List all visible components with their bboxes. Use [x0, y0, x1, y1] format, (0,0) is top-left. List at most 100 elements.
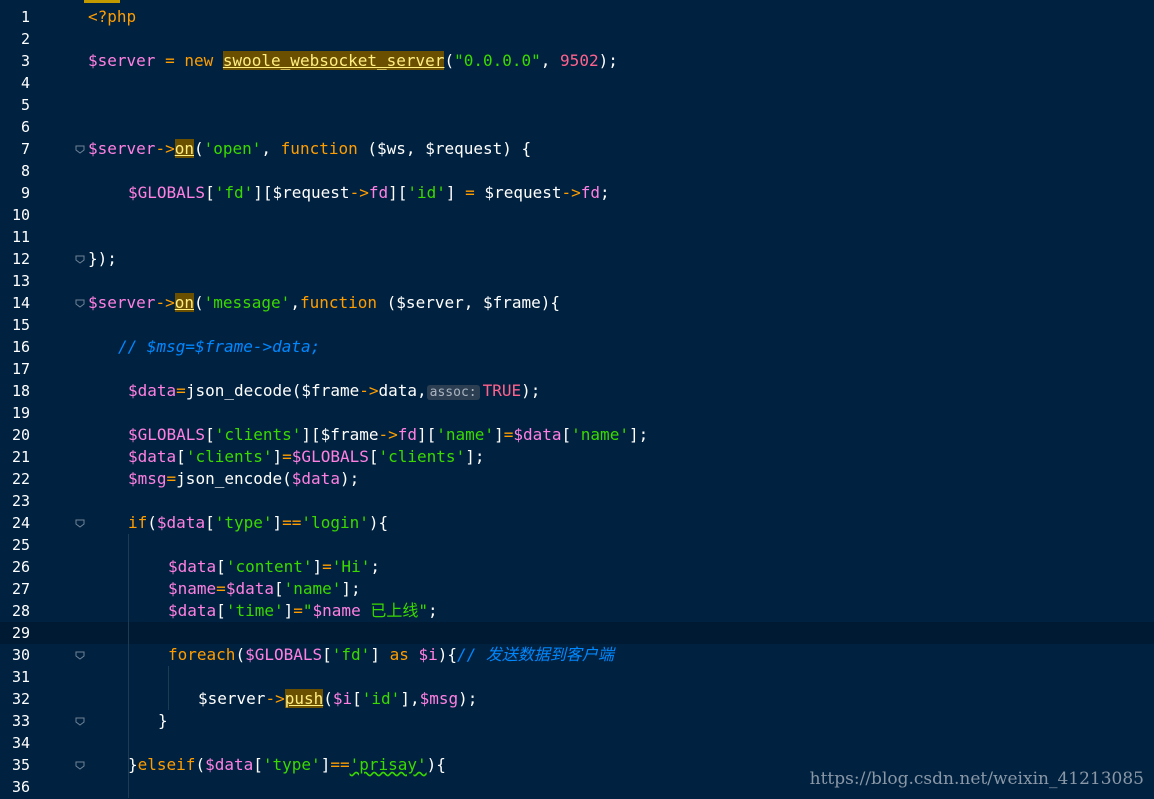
code-token: fd — [397, 425, 417, 444]
code-text[interactable]: $GLOBALS['clients'][$frame->fd]['name']=… — [128, 424, 648, 446]
code-token: [ — [253, 755, 263, 774]
code-line[interactable]: 14 $server->on('message',function ($serve… — [0, 292, 1154, 314]
code-text[interactable]: // $msg=$frame->data; — [118, 336, 320, 358]
code-token: $request — [272, 183, 350, 202]
code-token: $data — [168, 557, 217, 576]
code-token: -> — [349, 183, 369, 202]
code-line[interactable]: 33} — [0, 710, 1154, 732]
code-text[interactable]: $server->on('message',function ($server,… — [88, 292, 560, 314]
fold-marker-icon[interactable] — [75, 298, 85, 308]
code-text[interactable]: $msg=json_encode($data); — [128, 468, 359, 490]
code-line[interactable]: 17 — [0, 358, 1154, 380]
code-line[interactable]: 28 $data['time']="$name 已上线"; — [0, 600, 1154, 622]
line-number: 34 — [11, 734, 30, 752]
code-line[interactable]: 22 $msg=json_encode($data); — [0, 468, 1154, 490]
code-token: push — [284, 689, 324, 708]
code-line[interactable]: 26 $data['content']='Hi'; — [0, 556, 1154, 578]
code-line[interactable]: 5 — [0, 94, 1154, 116]
line-number: 31 — [11, 668, 30, 686]
code-line[interactable]: 21 $data['clients']=$GLOBALS['clients']; — [0, 446, 1154, 468]
code-line[interactable]: 18 $data=json_decode($frame->data, assoc: T… — [0, 380, 1154, 402]
code-token: ][ — [253, 183, 273, 202]
code-token: ] — [320, 755, 331, 774]
code-token: ][ — [301, 425, 321, 444]
code-line[interactable]: 16 // $msg=$frame->data; — [0, 336, 1154, 358]
code-text[interactable]: $name=$data['name']; — [168, 578, 361, 600]
code-token: = — [282, 447, 292, 466]
code-token: = — [503, 425, 514, 444]
code-lines[interactable]: 1 <?php 2 3 $server = new swoole_websocket_s… — [0, 6, 1154, 798]
code-token: == — [282, 513, 302, 532]
code-text[interactable]: }); — [88, 248, 117, 270]
indent-guide — [128, 710, 129, 732]
code-token: 'open' — [203, 139, 262, 158]
code-line[interactable]: 31 — [0, 666, 1154, 688]
fold-marker-icon[interactable] — [75, 254, 85, 264]
code-text[interactable]: <?php — [88, 6, 136, 28]
line-number: 7 — [20, 140, 30, 158]
code-text[interactable]: $server = new swoole_websocket_server("0… — [88, 50, 618, 72]
code-line[interactable]: 11 — [0, 226, 1154, 248]
code-line[interactable]: 9 $GLOBALS['fd'][$request->fd]['id'] = $r… — [0, 182, 1154, 204]
code-text[interactable]: $data=json_decode($frame->data, assoc: TRU… — [128, 380, 540, 404]
code-token: -> — [561, 183, 581, 202]
code-line[interactable]: 30 foreach($GLOBALS['fd'] as $i){// 发送数据到… — [0, 644, 1154, 666]
code-line[interactable]: 3 $server = new swoole_websocket_server("… — [0, 50, 1154, 72]
line-number: 35 — [11, 756, 30, 774]
line-number: 19 — [11, 404, 30, 422]
fold-marker-icon[interactable] — [75, 716, 85, 726]
code-token: ( — [147, 513, 157, 532]
code-token: // 发送数据到客户端 — [457, 645, 614, 664]
code-line[interactable]: 24 if($data['type']=='login'){ — [0, 512, 1154, 534]
code-text[interactable]: $data['content']='Hi'; — [168, 556, 380, 578]
code-text[interactable]: foreach($GLOBALS['fd'] as $i){// 发送数据到客户… — [168, 644, 614, 666]
code-line[interactable]: 10 — [0, 204, 1154, 226]
code-line[interactable]: 2 — [0, 28, 1154, 50]
parameter-hint: assoc: — [426, 385, 480, 400]
code-line[interactable]: 27 $name=$data['name']; — [0, 578, 1154, 600]
code-line[interactable]: 23 — [0, 490, 1154, 512]
code-line[interactable]: 12}); — [0, 248, 1154, 270]
code-line[interactable]: 15 — [0, 314, 1154, 336]
code-token: 'clients' — [214, 425, 302, 444]
code-line[interactable]: 1 <?php — [0, 6, 1154, 28]
code-token: , — [290, 293, 300, 312]
fold-marker-icon[interactable] — [75, 144, 85, 154]
line-number: 28 — [11, 602, 30, 620]
code-text[interactable]: $GLOBALS['fd'][$request->fd]['id'] = $re… — [128, 182, 610, 204]
code-token: ( — [193, 139, 204, 158]
code-line[interactable]: 34 — [0, 732, 1154, 754]
code-text[interactable]: if($data['type']=='login'){ — [128, 512, 388, 534]
code-text[interactable]: $server->on('open', function ($ws, $requ… — [88, 138, 531, 160]
code-line[interactable]: 8 — [0, 160, 1154, 182]
code-token: 9502 — [560, 51, 599, 70]
code-token: elseif — [137, 755, 196, 774]
code-token: ] — [283, 601, 294, 620]
code-line[interactable]: 6 — [0, 116, 1154, 138]
code-line[interactable]: 20 $GLOBALS['clients'][$frame->fd]['name'… — [0, 424, 1154, 446]
code-token: as — [389, 645, 419, 664]
fold-marker-icon[interactable] — [75, 760, 85, 770]
code-token: <?php — [88, 7, 137, 26]
code-text[interactable]: } — [158, 710, 168, 732]
code-token: ){ — [540, 293, 561, 312]
code-token: json_decode — [185, 381, 292, 400]
code-text[interactable]: $server->push($i['id'],$msg); — [198, 688, 477, 710]
fold-marker-icon[interactable] — [75, 518, 85, 528]
code-text[interactable]: $data['clients']=$GLOBALS['clients']; — [128, 446, 484, 468]
code-token: = — [465, 183, 475, 202]
code-text[interactable]: }elseif($data['type']=='prisay'){ — [128, 754, 446, 776]
code-line[interactable]: 25 — [0, 534, 1154, 556]
code-line[interactable]: 13 — [0, 270, 1154, 292]
fold-marker-icon[interactable] — [75, 650, 85, 660]
code-line[interactable]: 7 $server->on('open', function ($ws, $req… — [0, 138, 1154, 160]
code-line[interactable]: 4 — [0, 72, 1154, 94]
code-line[interactable]: 19 — [0, 402, 1154, 424]
code-line[interactable]: 32 $server->push($i['id'],$msg); — [0, 688, 1154, 710]
code-text[interactable]: $data['time']="$name 已上线"; — [168, 600, 438, 622]
code-token: $msg — [419, 689, 459, 708]
line-number: 12 — [11, 250, 30, 268]
code-editor[interactable]: 1 <?php 2 3 $server = new swoole_websocket_s… — [0, 0, 1154, 799]
code-line[interactable]: 29 — [0, 622, 1154, 644]
code-token: 'id' — [407, 183, 446, 202]
